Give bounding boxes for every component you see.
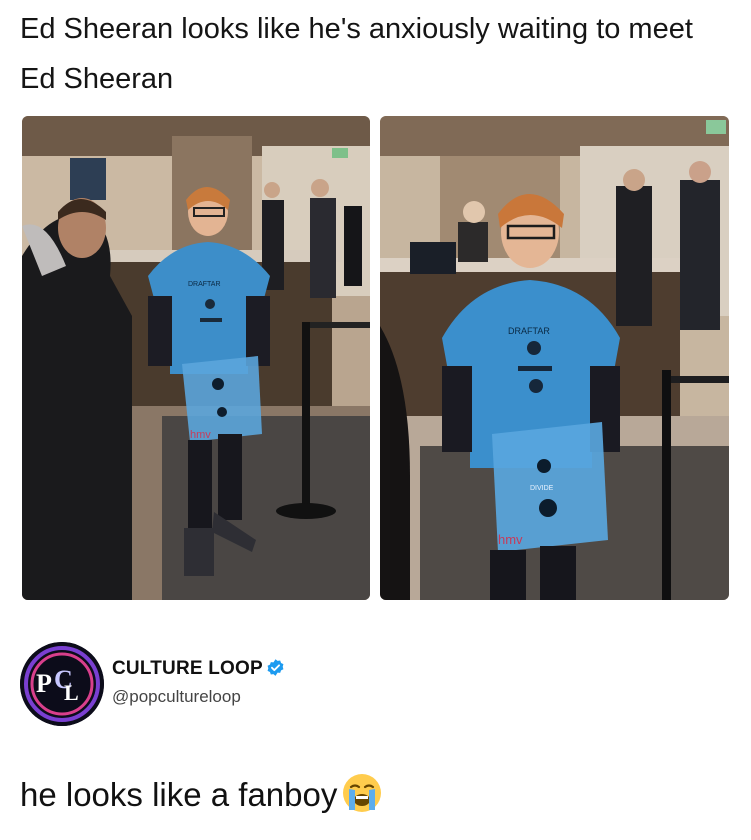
loudly-crying-face-emoji-icon [341,772,383,814]
photo-right[interactable]: DRAFTAR DIVIDE hmv [380,116,729,600]
bag-print-right: DIVIDE [530,485,554,492]
bag-text-right: hmv [498,532,523,547]
svg-text:L: L [64,680,79,705]
bag-text-left: hmv [190,429,211,441]
account-name[interactable]: CULTURE LOOP [112,658,285,680]
post-caption: Ed Sheeran looks like he's anxiously wai… [20,13,693,95]
tweet-text: he looks like a fanboy [20,776,338,813]
account-handle[interactable]: @popcultureloop [112,687,241,707]
verified-badge-icon [266,658,285,677]
photo-grid[interactable]: DRAFTAR hmv DRAFTAR DIVIDE hmv [22,116,729,600]
photo-left[interactable]: DRAFTAR hmv [22,116,370,600]
tshirt-text-left: DRAFTAR [188,281,221,288]
tweet-text-container: he looks like a fanboy [20,770,383,820]
tshirt-text-right: DRAFTAR [508,326,550,336]
pop-culture-loop-logo-icon[interactable]: P C L [20,642,104,726]
account-name-text[interactable]: CULTURE LOOP [112,658,263,679]
account-header[interactable]: P C L CULTURE LOOP @popcultureloop [20,642,420,728]
svg-text:P: P [36,669,52,698]
